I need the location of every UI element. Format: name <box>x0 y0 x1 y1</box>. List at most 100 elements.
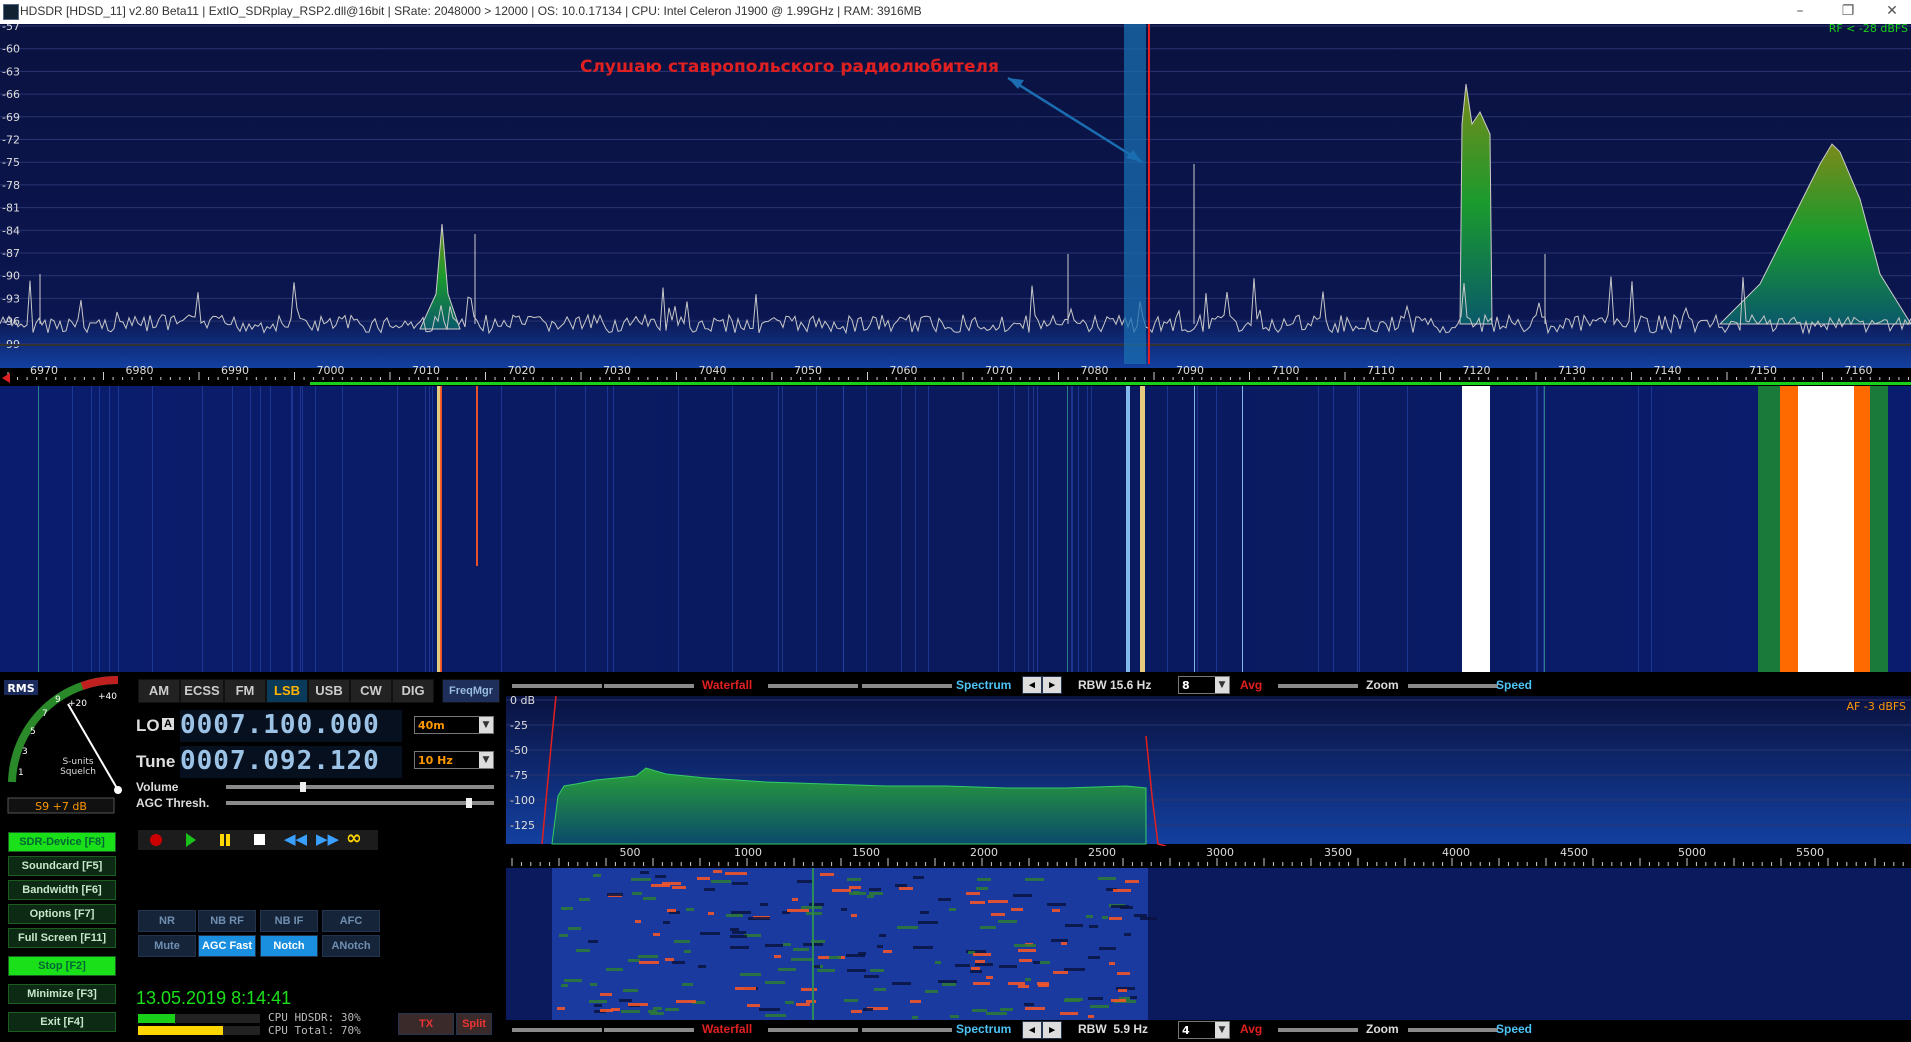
rbw-increase-icon[interactable]: ▸ <box>1042 676 1062 694</box>
rf-spectrum-slider-1[interactable] <box>768 684 858 688</box>
lo-frequency-display[interactable]: 0007.100.000 <box>180 710 402 742</box>
af-frequency-label: 3500 <box>1324 846 1352 859</box>
fast-forward-icon[interactable]: ▶▶ <box>316 830 339 848</box>
af-speed-label: Speed <box>1496 1022 1533 1036</box>
af-waterfall-speckle <box>785 1001 794 1004</box>
rf-waterfall-noise-line <box>425 386 426 672</box>
nb-if-button[interactable]: NB IF <box>260 910 318 932</box>
rf-spectrum-slider-2[interactable] <box>862 684 952 688</box>
svg-text:Squelch: Squelch <box>60 767 96 777</box>
split-button[interactable]: Split <box>456 1013 492 1035</box>
af-waterfall-speckle <box>1008 982 1025 985</box>
options-button[interactable]: Options [F7] <box>8 904 116 924</box>
af-waterfall-speckle <box>858 952 866 955</box>
tune-frequency-display[interactable]: 0007.092.120 <box>180 746 402 778</box>
af-rbw-decrease-icon[interactable]: ◂ <box>1022 1021 1042 1039</box>
rewind-icon[interactable]: ◀◀ <box>284 830 307 848</box>
af-display[interactable]: 0 dB -25 -50 -75 -100 -125 AF -3 dBFS 500 1000… <box>506 696 1911 1020</box>
agc-fast-button[interactable]: AGC Fast <box>198 935 256 957</box>
rf-waterfall-slider-1[interactable] <box>512 684 602 688</box>
af-zoom-slider[interactable] <box>1278 1028 1358 1032</box>
mode-lsb-button[interactable]: LSB <box>266 679 308 703</box>
mode-cw-button[interactable]: CW <box>350 679 392 703</box>
rx-filter-passband[interactable] <box>1124 24 1146 364</box>
af-waterfall-speckle <box>972 1009 987 1012</box>
lo-vfo-a-badge[interactable]: A <box>162 718 174 730</box>
stop-icon[interactable] <box>254 834 265 845</box>
rf-avg-select[interactable]: 8 ▼ <box>1178 676 1230 694</box>
rf-waterfall-noise-line <box>1638 386 1639 672</box>
freqmgr-button[interactable]: FreqMgr <box>442 679 500 703</box>
rf-waterfall-trace <box>1067 386 1068 672</box>
af-waterfall-speckle <box>1014 944 1036 947</box>
agc-thresh-slider-knob[interactable] <box>466 798 472 808</box>
af-waterfall-speckle <box>713 870 722 873</box>
af-avg-select[interactable]: 4 ▼ <box>1178 1021 1230 1039</box>
af-waterfall-speckle <box>1102 916 1108 919</box>
rf-speed-slider[interactable] <box>1408 684 1498 688</box>
af-waterfall-speckle <box>665 1008 679 1011</box>
play-icon[interactable] <box>186 833 196 847</box>
rf-display[interactable]: -57-60-63-66-69-72-75-78-81-84-87-90-93-… <box>0 24 1911 672</box>
af-waterfall-slider-2[interactable] <box>604 1028 694 1032</box>
rf-waterfall[interactable] <box>0 386 1911 672</box>
rf-waterfall-noise-line <box>1091 386 1092 672</box>
af-waterfall-speckle <box>559 934 568 937</box>
soundcard-button[interactable]: Soundcard [F5] <box>8 856 116 876</box>
af-speed-slider[interactable] <box>1408 1028 1498 1032</box>
tune-step-select[interactable]: 10 Hz ▼ <box>414 751 494 769</box>
rf-waterfall-noise-line <box>866 386 867 672</box>
rf-waterfall-noise-line <box>118 386 119 672</box>
rbw-decrease-icon[interactable]: ◂ <box>1022 676 1042 694</box>
rf-waterfall-noise-line <box>555 386 556 672</box>
af-waterfall-speckle <box>619 999 632 1002</box>
notch-button[interactable]: Notch <box>260 935 318 957</box>
mute-button[interactable]: Mute <box>138 935 196 957</box>
afc-button[interactable]: AFC <box>322 910 380 932</box>
mode-dig-button[interactable]: DIG <box>392 679 434 703</box>
mode-ecss-button[interactable]: ECSS <box>180 679 224 703</box>
mode-am-button[interactable]: AM <box>138 679 180 703</box>
nb-rf-button[interactable]: NB RF <box>198 910 256 932</box>
pause-icon[interactable] <box>220 834 224 846</box>
af-waterfall-speckle <box>704 888 715 891</box>
volume-slider[interactable] <box>226 785 494 789</box>
af-waterfall-speckle <box>778 968 796 971</box>
close-icon[interactable]: ✕ <box>1872 0 1911 24</box>
af-waterfall-slider-1[interactable] <box>512 1028 602 1032</box>
rf-level-label: -81 <box>2 202 20 215</box>
rf-waterfall-noise-line <box>1087 386 1088 672</box>
af-rbw-increase-icon[interactable]: ▸ <box>1042 1021 1062 1039</box>
tx-button[interactable]: TX <box>398 1013 454 1035</box>
af-level-label: -50 <box>510 744 528 757</box>
af-waterfall-speckle <box>672 961 685 964</box>
mode-usb-button[interactable]: USB <box>308 679 350 703</box>
record-icon[interactable] <box>150 834 162 846</box>
rf-waterfall-noise-line <box>109 386 110 672</box>
anotch-button[interactable]: ANotch <box>322 935 380 957</box>
chevron-down-icon: ▼ <box>1215 677 1229 693</box>
nr-button[interactable]: NR <box>138 910 196 932</box>
minimize-button[interactable]: Minimize [F3] <box>8 984 116 1004</box>
volume-slider-knob[interactable] <box>300 782 306 792</box>
stop-button[interactable]: Stop [F2] <box>8 956 116 976</box>
af-waterfall-speckle <box>877 945 883 948</box>
band-select[interactable]: 40m ▼ <box>414 716 494 734</box>
restore-icon[interactable]: ❐ <box>1828 0 1868 24</box>
af-waterfall-speckle <box>759 1008 780 1011</box>
af-frequency-label: 2500 <box>1088 846 1116 859</box>
rf-zoom-slider[interactable] <box>1278 684 1358 688</box>
af-spectrum-slider-2[interactable] <box>862 1028 952 1032</box>
mode-fm-button[interactable]: FM <box>224 679 266 703</box>
sdr-device-button[interactable]: SDR-Device [F8] <box>8 832 116 852</box>
rf-waterfall-slider-2[interactable] <box>604 684 694 688</box>
loop-icon[interactable]: ∞ <box>346 827 362 849</box>
agc-thresh-slider[interactable] <box>226 801 494 805</box>
minimize-icon[interactable]: – <box>1780 0 1820 24</box>
af-waterfall-speckle <box>1047 903 1066 906</box>
full-screen-button[interactable]: Full Screen [F11] <box>8 928 116 948</box>
af-waterfall-speckle <box>1025 1007 1045 1010</box>
exit-button[interactable]: Exit [F4] <box>8 1012 116 1032</box>
bandwidth-button[interactable]: Bandwidth [F6] <box>8 880 116 900</box>
af-spectrum-slider-1[interactable] <box>768 1028 858 1032</box>
